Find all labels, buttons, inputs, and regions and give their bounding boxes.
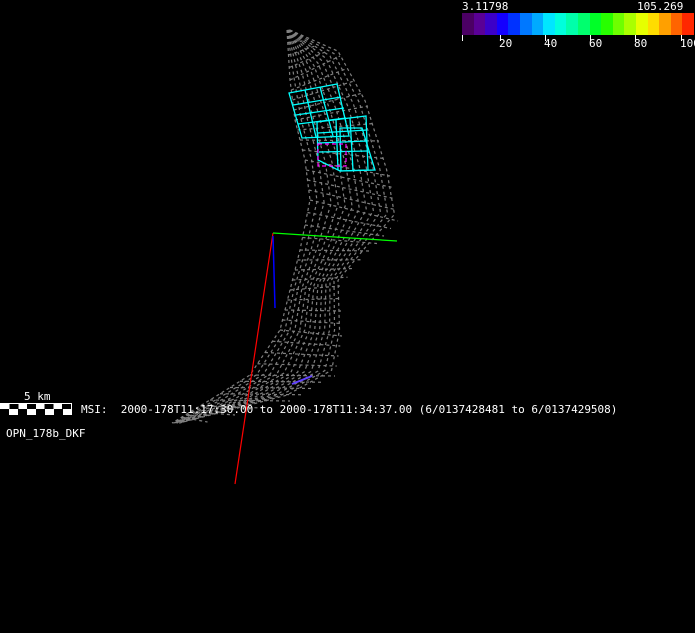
colorbar-segment xyxy=(589,13,602,35)
colorbar-min-label: 3.11798 xyxy=(462,0,509,13)
colorbar-segment xyxy=(531,13,544,35)
colorbar-tick-label: 40 xyxy=(544,37,558,50)
scale-bar-bottom xyxy=(0,409,72,415)
colorbar-segment xyxy=(508,13,520,35)
x-axis-line xyxy=(234,232,274,485)
colorbar-segment xyxy=(462,13,474,35)
wireframe-line xyxy=(173,29,325,424)
colorbar-segment xyxy=(647,13,660,35)
sequence-label: OPN_178b_DKF xyxy=(6,427,86,440)
colorbar-tick-label: 100 xyxy=(680,37,695,50)
colorbar-segment xyxy=(485,13,497,35)
wireframe-line xyxy=(171,29,311,424)
asteroid-wireframe xyxy=(171,29,399,424)
colorbar-segment xyxy=(554,13,567,35)
wireframe-line xyxy=(272,340,341,347)
colorbar-segment xyxy=(624,13,636,35)
colorbar-segment xyxy=(577,13,590,35)
colorbar-segment xyxy=(670,13,683,35)
scale-bar-label: 5 km xyxy=(24,390,51,403)
colorbar xyxy=(462,13,694,35)
colorbar-segment xyxy=(473,13,486,35)
image-footprints xyxy=(288,83,376,172)
asteroid-view[interactable] xyxy=(0,0,695,633)
colorbar-segment xyxy=(612,13,625,35)
wireframe-line xyxy=(279,329,343,337)
z-axis-line xyxy=(272,235,276,309)
wireframe-line xyxy=(176,29,360,424)
colorbar-tick-label: 60 xyxy=(589,37,603,50)
observation-info: MSI: 2000-178T11:17:30.00 to 2000-178T11… xyxy=(81,403,618,416)
colorbar-segment xyxy=(659,13,671,35)
wireframe-line xyxy=(307,179,395,200)
colorbar-max-label: 105.269 xyxy=(637,0,684,13)
colorbar-tick-label: 80 xyxy=(634,37,648,50)
wireframe-line xyxy=(287,40,303,44)
colorbar-segment xyxy=(496,13,509,35)
wireframe-line xyxy=(299,249,371,252)
colorbar-segment xyxy=(635,13,648,35)
wireframe-line xyxy=(308,189,397,211)
colorbar-segment xyxy=(601,13,613,35)
colorbar-segment xyxy=(682,13,694,35)
colorbar-segment xyxy=(566,13,578,35)
colorbar-segment xyxy=(519,13,532,35)
colorbar-segment xyxy=(543,13,555,35)
colorbar-tick-label: 20 xyxy=(499,37,513,50)
wireframe-line xyxy=(179,29,396,424)
wireframe-line xyxy=(289,285,341,291)
colorbar-tick xyxy=(462,35,463,41)
wireframe-line xyxy=(172,29,318,424)
